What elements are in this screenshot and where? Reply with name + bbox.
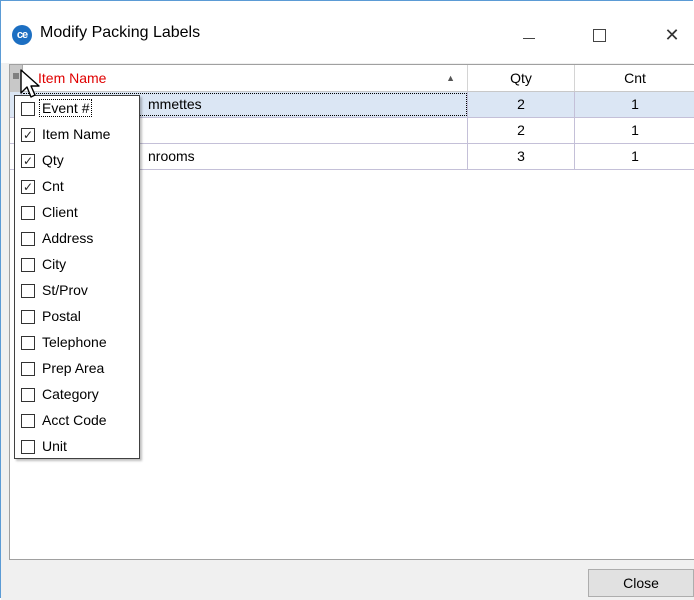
option-label: Event # <box>38 99 93 117</box>
checkbox[interactable] <box>21 362 35 376</box>
option-label: Address <box>42 230 94 246</box>
column-option-city[interactable]: City <box>15 252 139 278</box>
option-label: Item Name <box>42 126 111 142</box>
option-label: Cnt <box>42 178 64 194</box>
checkbox[interactable] <box>21 206 35 220</box>
qty-cell[interactable]: 2 <box>468 92 575 117</box>
checkbox[interactable] <box>21 102 35 116</box>
option-label: Qty <box>42 152 64 168</box>
column-header-item-name[interactable]: Item Name ▲ <box>22 65 468 91</box>
column-chooser-popup: Event # ✓ Item Name ✓ Qty ✓ Cnt Client A… <box>14 95 140 459</box>
checkbox-checked[interactable]: ✓ <box>21 180 35 194</box>
maximize-icon <box>593 29 606 42</box>
ce-logo-icon: ce <box>12 25 32 45</box>
grid-header: Item Name ▲ Qty Cnt <box>10 65 694 92</box>
column-option-prep-area[interactable]: Prep Area <box>15 356 139 382</box>
column-option-postal[interactable]: Postal <box>15 304 139 330</box>
option-label: St/Prov <box>42 282 88 298</box>
cnt-cell[interactable]: 1 <box>575 92 694 117</box>
column-header-label: Item Name <box>38 70 107 86</box>
minimize-icon <box>523 38 535 39</box>
option-label: Unit <box>42 438 67 454</box>
column-option-item-name[interactable]: ✓ Item Name <box>15 122 139 148</box>
checkbox-checked[interactable]: ✓ <box>21 128 35 142</box>
cnt-cell[interactable]: 1 <box>575 118 694 143</box>
column-menu-icon <box>13 73 19 79</box>
option-label: Client <box>42 204 78 220</box>
option-label: Prep Area <box>42 360 105 376</box>
column-header-qty[interactable]: Qty <box>468 65 575 91</box>
column-option-client[interactable]: Client <box>15 200 139 226</box>
window-title: Modify Packing Labels <box>40 24 201 41</box>
option-label: Postal <box>42 308 81 324</box>
column-option-address[interactable]: Address <box>15 226 139 252</box>
cnt-cell[interactable]: 1 <box>575 144 694 169</box>
column-option-qty[interactable]: ✓ Qty <box>15 148 139 174</box>
checkbox[interactable] <box>21 388 35 402</box>
checkbox[interactable] <box>21 284 35 298</box>
checkbox[interactable] <box>21 258 35 272</box>
checkbox[interactable] <box>21 336 35 350</box>
option-label: Acct Code <box>42 412 107 428</box>
dialog-window: ce Modify Packing Labels ✕ Item Name ▲ Q… <box>0 0 694 600</box>
checkbox[interactable] <box>21 414 35 428</box>
close-window-button[interactable]: ✕ <box>649 15 694 55</box>
title-bar: ce Modify Packing Labels ✕ <box>1 1 694 63</box>
minimize-button[interactable] <box>505 15 551 55</box>
column-option-unit[interactable]: Unit <box>15 434 139 460</box>
close-icon: ✕ <box>664 25 680 45</box>
column-option-cnt[interactable]: ✓ Cnt <box>15 174 139 200</box>
qty-cell[interactable]: 3 <box>468 144 575 169</box>
column-header-cnt[interactable]: Cnt <box>575 65 694 91</box>
sort-ascending-icon: ▲ <box>446 73 455 83</box>
checkbox[interactable] <box>21 440 35 454</box>
checkbox[interactable] <box>21 232 35 246</box>
close-button[interactable]: Close <box>588 569 694 597</box>
column-option-st-prov[interactable]: St/Prov <box>15 278 139 304</box>
option-label: Category <box>42 386 99 402</box>
dialog-footer: Close <box>1 560 694 600</box>
checkbox[interactable] <box>21 310 35 324</box>
maximize-button[interactable] <box>577 15 623 55</box>
qty-cell[interactable]: 2 <box>468 118 575 143</box>
column-option-acct-code[interactable]: Acct Code <box>15 408 139 434</box>
column-option-telephone[interactable]: Telephone <box>15 330 139 356</box>
checkbox-checked[interactable]: ✓ <box>21 154 35 168</box>
mouse-pointer-icon <box>20 69 40 98</box>
column-option-category[interactable]: Category <box>15 382 139 408</box>
option-label: City <box>42 256 67 272</box>
option-label: Telephone <box>42 334 107 350</box>
